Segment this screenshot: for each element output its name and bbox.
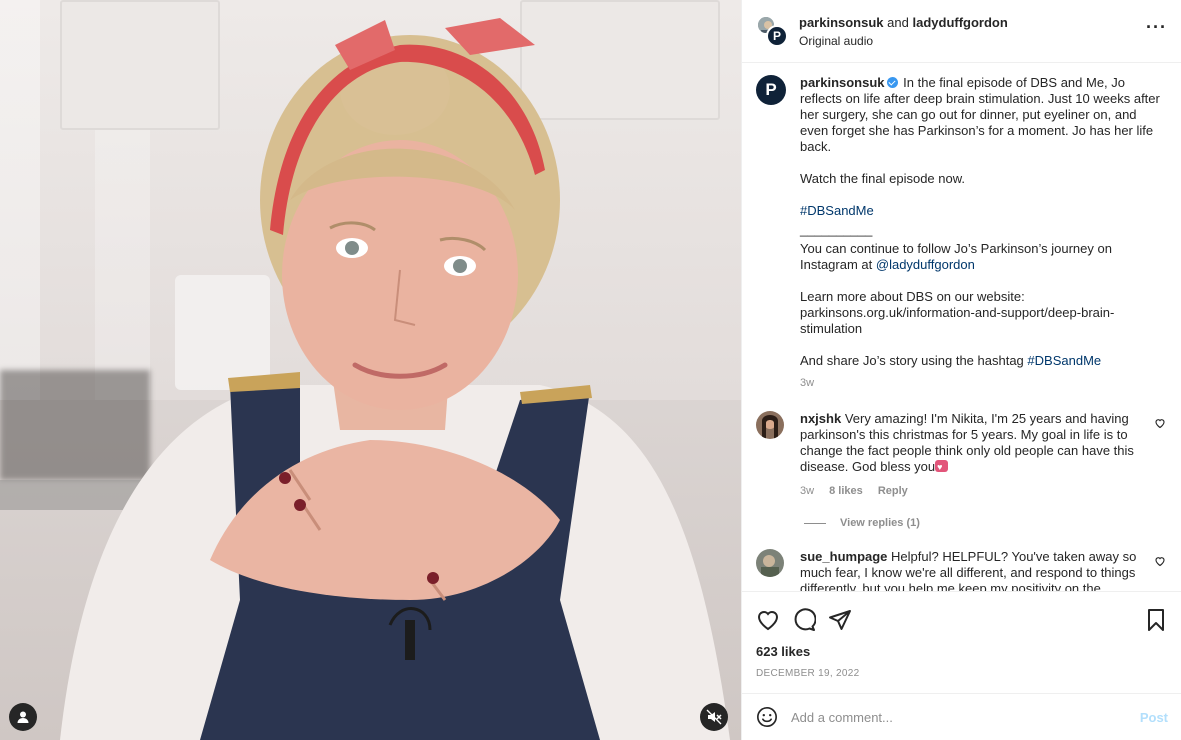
comment-item: sue_humpage Helpful? HELPFUL? You've tak… bbox=[756, 549, 1168, 591]
share-paper-plane-icon[interactable] bbox=[828, 608, 852, 632]
caption-timestamp[interactable]: 3w bbox=[800, 375, 1160, 391]
comment-input[interactable] bbox=[791, 709, 1140, 725]
header-user1[interactable]: parkinsonsuk bbox=[799, 15, 884, 30]
post-caption: P parkinsonsuk In the final episode of D… bbox=[756, 75, 1168, 391]
comment-likes[interactable]: 8 likes bbox=[829, 485, 863, 497]
post-sidebar: P parkinsonsuk and ladyduffgordon Origin… bbox=[741, 0, 1181, 740]
post-date[interactable]: DECEMBER 19, 2022 bbox=[756, 668, 1168, 679]
commenter-avatar[interactable] bbox=[756, 549, 784, 577]
comment-item: nxjshk Very amazing! I'm Nikita, I'm 25 … bbox=[756, 411, 1168, 499]
commenter-avatar[interactable] bbox=[756, 411, 784, 439]
mention-link[interactable]: @ladyduffgordon bbox=[876, 257, 975, 272]
caption-paragraph-5: And share Jo’s story using the hashtag bbox=[800, 353, 1024, 368]
like-comment-heart-icon[interactable] bbox=[1154, 417, 1166, 429]
comment-body: sue_humpage Helpful? HELPFUL? You've tak… bbox=[800, 549, 1140, 591]
post-video[interactable] bbox=[0, 0, 741, 740]
reply-button[interactable]: Reply bbox=[878, 485, 908, 497]
like-comment-heart-icon[interactable] bbox=[1154, 555, 1166, 567]
original-audio-link[interactable]: Original audio bbox=[799, 34, 1008, 48]
muted-speaker-icon bbox=[706, 709, 722, 725]
view-replies-button[interactable]: View replies (1) bbox=[804, 517, 1168, 529]
comments-scroll-area[interactable]: P parkinsonsuk In the final episode of D… bbox=[742, 63, 1181, 591]
caption-paragraph-4: Learn more about DBS on our website: par… bbox=[800, 289, 1115, 336]
post-header: P parkinsonsuk and ladyduffgordon Origin… bbox=[742, 0, 1181, 63]
post-comment-button[interactable]: Post bbox=[1140, 710, 1168, 725]
mute-button[interactable] bbox=[700, 703, 728, 731]
parkinsonsuk-avatar[interactable]: P bbox=[756, 75, 786, 105]
header-names: parkinsonsuk and ladyduffgordon bbox=[799, 15, 1008, 30]
save-bookmark-icon[interactable] bbox=[1144, 608, 1168, 632]
heart-emoji-icon bbox=[935, 459, 949, 475]
more-horizontal-icon: ··· bbox=[1146, 17, 1167, 37]
header-user2[interactable]: ladyduffgordon bbox=[912, 15, 1007, 30]
caption-divider: __________ bbox=[800, 222, 873, 237]
verified-badge-icon bbox=[886, 77, 898, 88]
comment-meta: 3w 8 likes Reply bbox=[800, 483, 1140, 499]
tagged-users-button[interactable] bbox=[9, 703, 37, 731]
collab-avatars[interactable]: P bbox=[756, 15, 788, 47]
action-icons-row bbox=[756, 606, 1168, 634]
person-illustration bbox=[60, 18, 730, 740]
comment-username[interactable]: sue_humpage bbox=[800, 549, 887, 564]
comment-bubble-icon[interactable] bbox=[792, 608, 816, 632]
caption-text: parkinsonsuk In the final episode of DBS… bbox=[800, 75, 1160, 391]
hashtag-link[interactable]: #DBSandMe bbox=[1027, 353, 1101, 368]
add-comment-bar: Post bbox=[742, 693, 1181, 740]
caption-paragraph-2: Watch the final episode now. bbox=[800, 171, 966, 186]
hashtag-link[interactable]: #DBSandMe bbox=[800, 203, 874, 218]
more-options-button[interactable]: ··· bbox=[1146, 18, 1167, 36]
view-replies-label: View replies (1) bbox=[840, 517, 920, 529]
view-replies-line bbox=[804, 522, 826, 524]
header-and: and bbox=[887, 14, 909, 30]
comment-time[interactable]: 3w bbox=[800, 485, 814, 497]
post-actions: 623 likes DECEMBER 19, 2022 bbox=[742, 591, 1181, 693]
comment-username[interactable]: nxjshk bbox=[800, 411, 841, 426]
comment-body: nxjshk Very amazing! I'm Nikita, I'm 25 … bbox=[800, 411, 1140, 499]
likes-count[interactable]: 623 likes bbox=[756, 644, 1168, 659]
parkinsonsuk-avatar: P bbox=[766, 25, 788, 47]
emoji-smiley-icon[interactable] bbox=[756, 706, 778, 728]
like-heart-icon[interactable] bbox=[756, 608, 780, 632]
user-icon bbox=[17, 711, 29, 723]
comment-text: Very amazing! I'm Nikita, I'm 25 years a… bbox=[800, 411, 1134, 474]
caption-username[interactable]: parkinsonsuk bbox=[800, 75, 885, 90]
